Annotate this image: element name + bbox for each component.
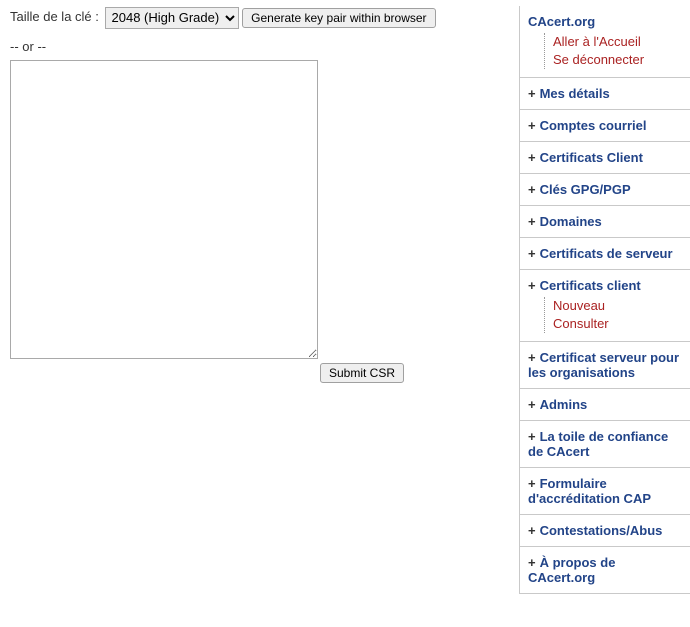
sidebar-section-label: Clés GPG/PGP [540,182,631,197]
sidebar-links: NouveauConsulter [544,297,682,333]
submit-csr-button[interactable]: Submit CSR [320,363,404,383]
sidebar-link-home[interactable]: Aller à l'Accueil [553,33,682,51]
sidebar-section-title[interactable]: +À propos de CAcert.org [528,555,682,585]
sidebar-section-title[interactable]: + Admins [528,397,682,412]
plus-icon: + [528,182,536,197]
plus-icon: + [528,350,536,365]
sidebar-section-label: Certificats de serveur [540,246,673,261]
sidebar-section-label: Admins [540,397,588,412]
sidebar-section-title[interactable]: + Comptes courriel [528,118,682,133]
sidebar-section-title[interactable]: + Contestations/Abus [528,523,682,538]
sidebar-section-label: La toile de confiance de CAcert [528,429,668,459]
plus-icon: + [528,246,536,261]
sidebar-section: + Admins [520,389,690,421]
sidebar-link[interactable]: Nouveau [553,297,682,315]
brand-title: CAcert.org [528,14,682,29]
generate-keypair-button[interactable]: Generate key pair within browser [242,8,435,28]
sidebar-section-label: Certificat serveur pour les organisation… [528,350,679,380]
sidebar-section-label: Mes détails [540,86,610,101]
plus-icon: + [528,278,536,293]
sidebar-section-label: Domaines [540,214,602,229]
sidebar-section-title[interactable]: + Mes détails [528,86,682,101]
main-content: Taille de la clé : 2048 (High Grade) Gen… [10,6,519,383]
key-size-select[interactable]: 2048 (High Grade) [105,7,239,29]
sidebar-section-title[interactable]: +Certificat serveur pour les organisatio… [528,350,682,380]
sidebar-section-title[interactable]: + Certificats de serveur [528,246,682,261]
plus-icon: + [528,476,536,491]
sidebar-section: +Formulaire d'accréditation CAP [520,468,690,515]
sidebar-section: +À propos de CAcert.org [520,547,690,594]
plus-icon: + [528,523,536,538]
plus-icon: + [528,150,536,165]
sidebar-section-label: Certificats Client [540,150,643,165]
sidebar-link[interactable]: Consulter [553,315,682,333]
sidebar-section: + Certificats client NouveauConsulter [520,270,690,342]
or-divider: -- or -- [10,39,511,54]
sidebar-section-title[interactable]: +La toile de confiance de CAcert [528,429,682,459]
sidebar-section: + Certificats de serveur [520,238,690,270]
plus-icon: + [528,118,536,133]
sidebar-section-label: Contestations/Abus [540,523,663,538]
plus-icon: + [528,214,536,229]
sidebar-section-title[interactable]: + Certificats client [528,278,682,293]
plus-icon: + [528,429,536,444]
sidebar-section-title[interactable]: +Formulaire d'accréditation CAP [528,476,682,506]
sidebar: CAcert.org Aller à l'Accueil Se déconnec… [519,6,690,594]
sidebar-section-label: Certificats client [540,278,641,293]
sidebar-link-logout[interactable]: Se déconnecter [553,51,682,69]
sidebar-section-title[interactable]: + Certificats Client [528,150,682,165]
plus-icon: + [528,86,536,101]
sidebar-section-label: Comptes courriel [540,118,647,133]
sidebar-section: + Contestations/Abus [520,515,690,547]
sidebar-section: + Domaines [520,206,690,238]
plus-icon: + [528,397,536,412]
sidebar-section-label: À propos de CAcert.org [528,555,615,585]
sidebar-section-title[interactable]: + Clés GPG/PGP [528,182,682,197]
sidebar-section-title[interactable]: + Domaines [528,214,682,229]
sidebar-section-brand: CAcert.org Aller à l'Accueil Se déconnec… [520,6,690,78]
sidebar-section: + Clés GPG/PGP [520,174,690,206]
sidebar-section: +Certificat serveur pour les organisatio… [520,342,690,389]
sidebar-section: + Certificats Client [520,142,690,174]
sidebar-section: + Mes détails [520,78,690,110]
plus-icon: + [528,555,536,570]
sidebar-section: + Comptes courriel [520,110,690,142]
sidebar-section: +La toile de confiance de CAcert [520,421,690,468]
sidebar-section-label: Formulaire d'accréditation CAP [528,476,651,506]
csr-textarea[interactable] [10,60,318,359]
key-size-label: Taille de la clé : [10,9,99,24]
